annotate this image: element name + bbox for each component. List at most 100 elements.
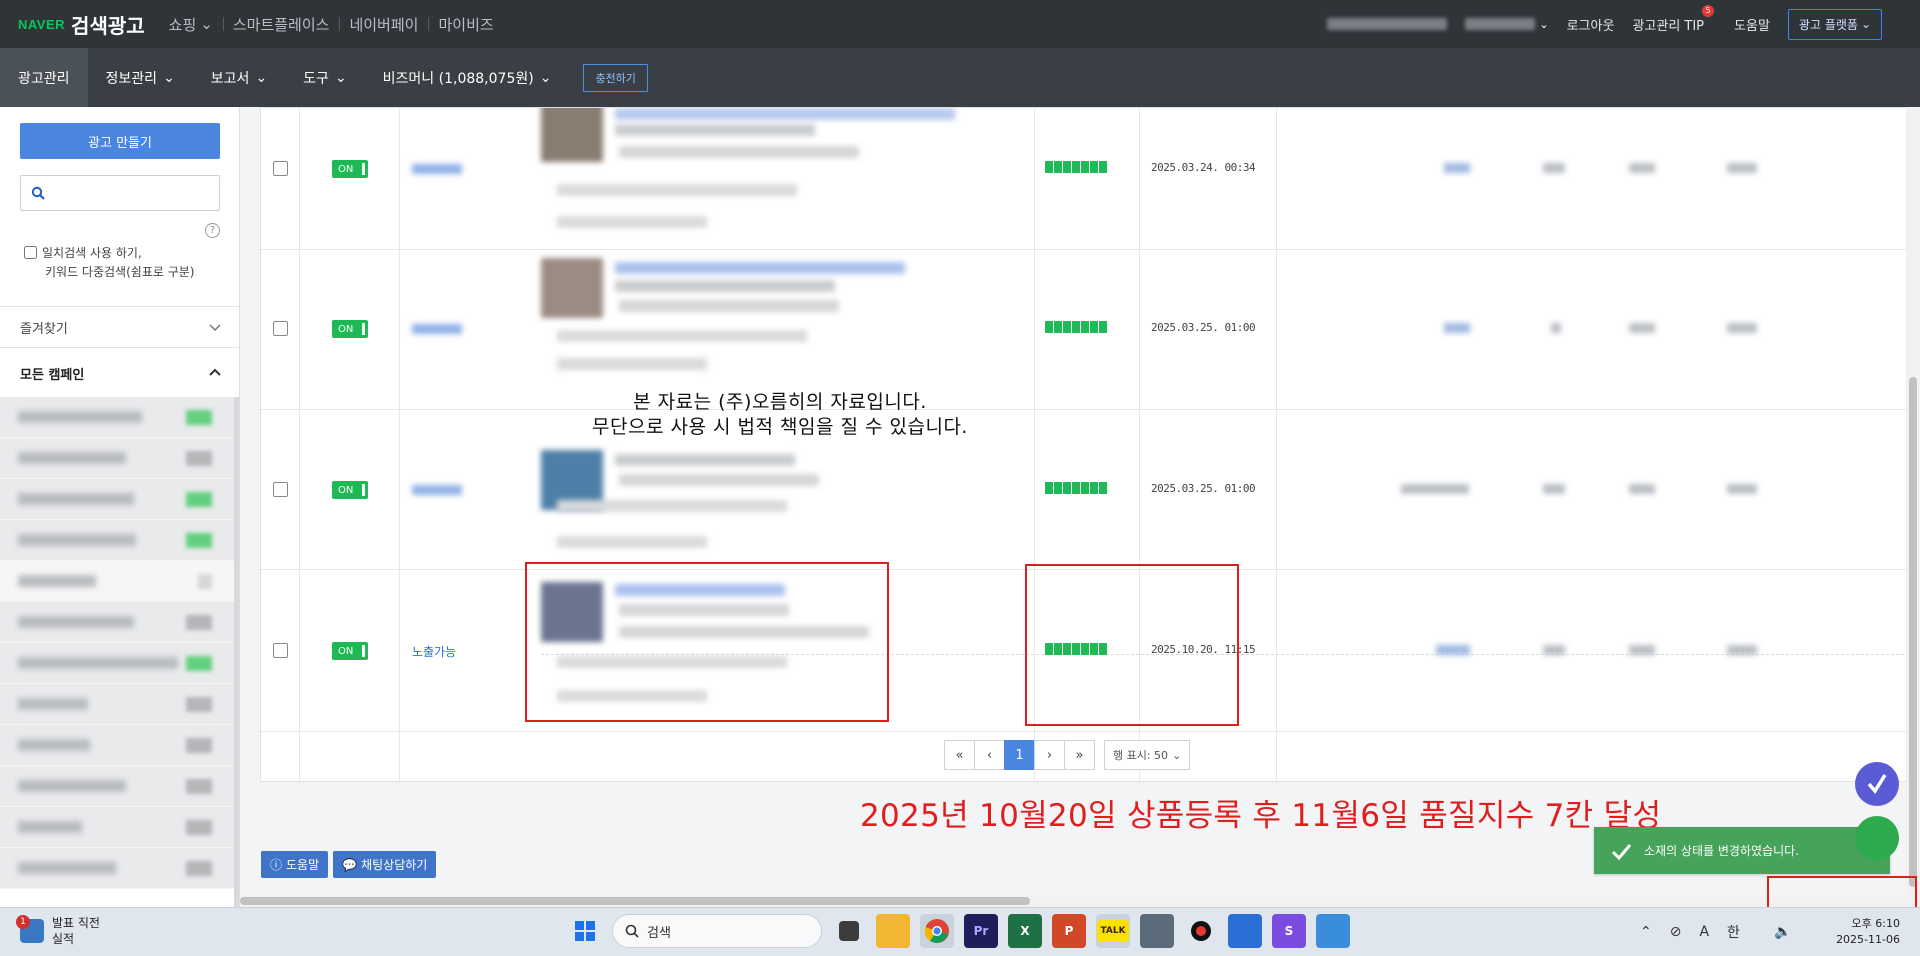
sidebar-scrollbar[interactable] [234,397,239,907]
all-campaigns-label: 모든 캠페인 [20,367,85,383]
horizontal-scrollbar[interactable] [240,895,1920,907]
ad-tip-link[interactable]: 광고관리 TIP 5 [1632,4,1715,34]
list-item[interactable] [0,684,234,725]
table-row[interactable]: ON 2025.03.25. 01:00 [261,250,1907,410]
nav-shopping[interactable]: 쇼핑 ⌄ [159,14,223,35]
row-checkbox[interactable] [273,161,288,176]
table-row[interactable]: ON 2025.03.25. 01:00 [261,410,1907,570]
premiere-pro-icon[interactable]: Pr [964,914,998,948]
tab-info-management[interactable]: 정보관리 ⌄ [88,48,193,107]
prev-page-button[interactable]: ‹ [974,740,1005,770]
tab-ad-management[interactable]: 광고관리 [0,48,88,107]
product-thumbnail [541,258,603,318]
chat-float-button[interactable] [1855,816,1899,860]
account-select[interactable]: ⌄ [1465,18,1549,31]
vertical-scrollbar[interactable] [1906,107,1920,895]
list-item[interactable] [0,766,234,807]
chevron-up-icon[interactable]: ⌃ [1640,924,1652,940]
page-1-button[interactable]: 1 [1004,740,1035,770]
task-view-icon[interactable] [839,921,859,941]
nav-smartplace-label: 스마트플레이스 [232,15,330,34]
exact-search-checkbox[interactable] [24,246,37,259]
metric-blurred [1727,645,1757,655]
campaign-name-blurred [18,739,90,751]
rows-per-page-select[interactable]: 행 표시: 50 ⌄ [1104,740,1191,770]
start-button[interactable] [568,914,602,948]
calculator-icon[interactable] [1140,914,1174,948]
chat-consult-label: 채팅상담하기 [361,858,428,872]
charge-button[interactable]: 충전하기 [583,63,648,92]
highlight-box-quality-date [1025,564,1239,726]
windows-taskbar: 1 발표 직전 실적 검색 Pr X P TALK S ⌃ ⊘ A 한 🔈 오후 [0,907,1920,956]
taskbar-search-label: 검색 [647,925,671,941]
on-off-toggle[interactable]: ON [332,481,368,499]
list-item[interactable] [0,602,234,643]
excel-icon[interactable]: X [1008,914,1042,948]
taskbar-apps: 검색 Pr X P TALK S [568,914,1350,948]
row-checkbox[interactable] [273,321,288,336]
chat-consult-button[interactable]: 💬 채팅상담하기 [333,851,437,878]
help-question-icon[interactable]: ? [205,223,220,238]
list-item[interactable] [0,479,234,520]
notepad-icon[interactable] [1316,914,1350,948]
campaign-search-input[interactable] [20,175,220,211]
help-link[interactable]: 도움말 [1734,15,1770,34]
list-item[interactable] [0,561,234,602]
status-exposable-link[interactable]: 노출가능 [412,643,456,660]
app-s-icon[interactable]: S [1272,914,1306,948]
horizontal-scroll-thumb[interactable] [240,897,1030,905]
input-mode-a[interactable]: A [1699,924,1709,940]
taskbar-clock[interactable]: 오후 6:10 2025-11-06 [1822,916,1900,948]
favorites-section[interactable]: 즐겨찾기 [0,306,239,348]
campaign-status-blurred [186,861,212,876]
record-icon[interactable] [1184,914,1218,948]
next-page-button[interactable]: › [1034,740,1065,770]
brand-title: 검색광고 [71,13,145,38]
tab-reports[interactable]: 보고서 ⌄ [193,48,285,107]
brand-logo[interactable]: NAVER 검색광고 [0,0,145,48]
file-explorer-icon[interactable] [876,914,910,948]
vertical-scroll-thumb[interactable] [1909,377,1917,887]
chrome-icon[interactable] [920,914,954,948]
nav-mybiz[interactable]: 마이비즈 [428,14,503,35]
list-item[interactable] [0,643,234,684]
toggle-label: ON [338,645,354,657]
assistant-float-button[interactable] [1855,762,1899,806]
row-checkbox[interactable] [273,482,288,497]
table-row[interactable]: ON 2025.03.24. 00:34 [261,108,1907,250]
help-button[interactable]: ⓘ 도움말 [261,851,329,878]
create-ad-button[interactable]: 광고 만들기 [20,123,220,159]
widgets-button[interactable]: 1 발표 직전 실적 [16,915,100,947]
nav-smartplace[interactable]: 스마트플레이스 [222,14,340,35]
list-item[interactable] [0,725,234,766]
tab-tools[interactable]: 도구 ⌄ [285,48,365,107]
all-campaigns-section[interactable]: 모든 캠페인 [0,353,239,393]
taskbar-search[interactable]: 검색 [612,914,822,948]
list-item[interactable] [0,848,234,889]
row-checkbox[interactable] [273,643,288,658]
first-page-button[interactable]: « [944,740,975,770]
snipping-tool-icon[interactable] [1228,914,1262,948]
input-mode-han[interactable]: 한 [1727,922,1740,942]
campaign-status-blurred [198,574,212,589]
ad-platform-button[interactable]: 광고 플랫폼 ⌄ [1787,8,1882,40]
metric-blurred [1444,323,1470,333]
on-off-toggle[interactable]: ON [332,160,368,178]
kakaotalk-icon[interactable]: TALK [1096,914,1130,948]
nav-mybiz-label: 마이비즈 [438,15,494,34]
tab-bizmoney[interactable]: 비즈머니 (1,088,075원) ⌄ [365,48,570,107]
product-extra-blurred [557,216,707,228]
on-off-toggle[interactable]: ON [332,320,368,338]
list-item[interactable] [0,520,234,561]
powerpoint-icon[interactable]: P [1052,914,1086,948]
bottom-actions: ⓘ 도움말 💬 채팅상담하기 [261,851,437,878]
volume-icon[interactable]: 🔈 [1774,924,1791,940]
list-item[interactable] [0,807,234,848]
list-item[interactable] [0,438,234,479]
last-page-button[interactable]: » [1064,740,1095,770]
list-item[interactable] [0,397,234,438]
nav-naverpay[interactable]: 네이버페이 [339,14,428,35]
on-off-toggle[interactable]: ON [332,642,368,660]
logout-link[interactable]: 로그아웃 [1567,15,1615,34]
network-off-icon[interactable]: ⊘ [1670,924,1682,940]
